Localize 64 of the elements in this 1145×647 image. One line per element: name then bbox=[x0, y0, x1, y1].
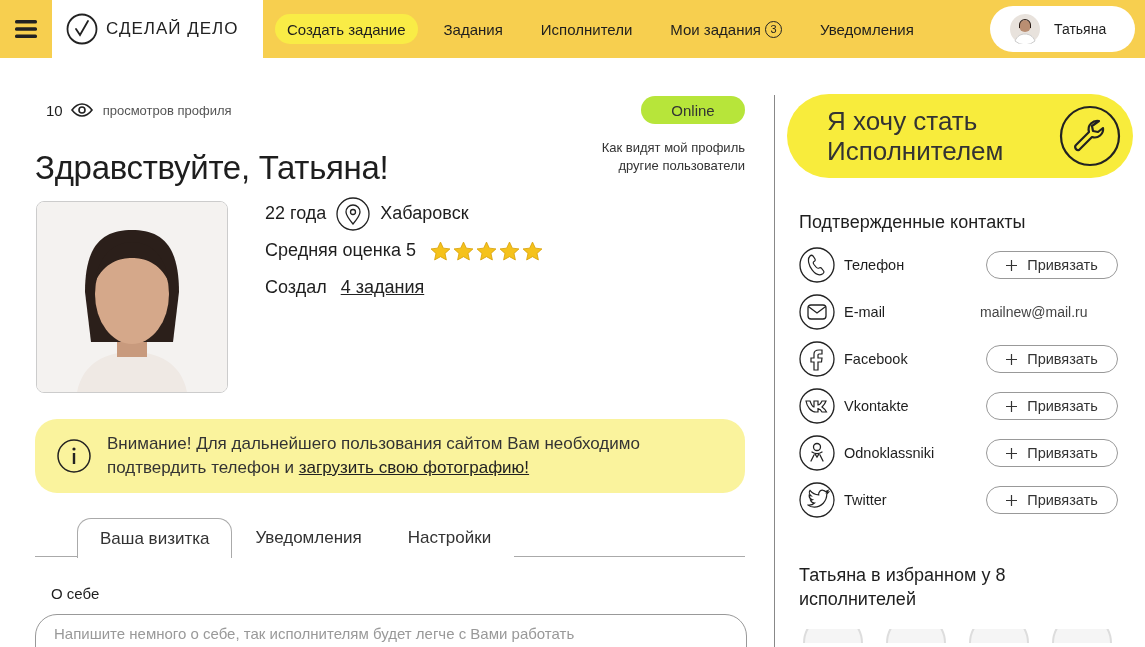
nav-link[interactable]: Мои задания 3 bbox=[658, 14, 794, 44]
tasks-link[interactable]: 4 задания bbox=[340, 277, 425, 298]
user-menu[interactable]: Татьяна bbox=[990, 6, 1135, 52]
become-performer-button[interactable]: Я хочу стать Исполнителем bbox=[787, 94, 1133, 178]
info-icon bbox=[57, 439, 91, 473]
star-icon bbox=[452, 240, 474, 261]
avatar-icon bbox=[1010, 14, 1040, 44]
views-label: просмотров профиля bbox=[102, 102, 232, 118]
nav-link[interactable]: Уведомления bbox=[807, 14, 926, 44]
rating-label: Средняя оценка 5 bbox=[265, 240, 416, 261]
link-account-button[interactable]: Привязать bbox=[986, 439, 1118, 467]
location-pin-icon bbox=[336, 196, 371, 231]
email-address: mailnew@mail.ru bbox=[980, 304, 1088, 320]
eye-icon bbox=[70, 103, 93, 117]
profile-preview-link[interactable]: Как видят мой профиль другие пользователи bbox=[573, 139, 745, 175]
avatar-icon bbox=[969, 629, 1029, 643]
facebook-icon bbox=[799, 341, 835, 377]
contacts-heading: Подтвержденные контакты bbox=[799, 212, 1027, 233]
plus-icon bbox=[1006, 447, 1018, 459]
contact-name: E-mail bbox=[844, 304, 887, 320]
star-icon bbox=[475, 240, 497, 261]
link-account-button[interactable]: Привязать bbox=[986, 392, 1118, 420]
star-icon bbox=[498, 240, 520, 261]
logo[interactable]: СДЕЛАЙ ДЕЛО bbox=[52, 0, 263, 58]
favorites-heading: Татьяна в избранном у 8 исполнителей bbox=[799, 564, 1007, 611]
contact-name: Odnoklassniki bbox=[844, 445, 936, 461]
plus-icon bbox=[1006, 259, 1018, 271]
wrench-icon bbox=[1059, 105, 1121, 167]
tab[interactable]: Ваша визитка bbox=[77, 518, 233, 558]
contact-name: Vkontakte bbox=[844, 398, 910, 414]
city-text: Хабаровск bbox=[380, 203, 469, 224]
plus-icon bbox=[1006, 494, 1018, 506]
contact-name: Facebook bbox=[844, 351, 909, 367]
contact-name: Twitter bbox=[844, 492, 888, 508]
plus-icon bbox=[1006, 353, 1018, 365]
menu-icon[interactable] bbox=[15, 20, 37, 38]
about-label: О себе bbox=[51, 585, 101, 602]
odnoklassniki-icon bbox=[799, 435, 835, 471]
link-account-button[interactable]: Привязать bbox=[986, 251, 1118, 279]
nav-link[interactable]: Задания bbox=[431, 14, 515, 44]
greeting-heading: Здравствуйте, Татьяна! bbox=[35, 149, 389, 187]
link-account-button[interactable]: Привязать bbox=[986, 345, 1118, 373]
created-label: Создал bbox=[265, 277, 327, 298]
upload-photo-link[interactable]: загрузить свою фотографию! bbox=[298, 458, 530, 477]
phone-icon bbox=[799, 247, 835, 283]
avatar-icon bbox=[886, 629, 946, 643]
star-icon bbox=[429, 240, 451, 261]
warning-text: Внимание! Для дальнейшего пользования сайтом Вам необходимо подтвердить телефон и загрузить свою фотографию! bbox=[107, 433, 641, 479]
star-icon bbox=[521, 240, 543, 261]
envelope-icon bbox=[799, 294, 835, 330]
avatar-icon bbox=[1052, 629, 1112, 643]
link-account-button[interactable]: Привязать bbox=[986, 486, 1118, 514]
vk-icon bbox=[799, 388, 835, 424]
avatar-icon bbox=[803, 629, 863, 643]
online-status: Online bbox=[641, 96, 745, 124]
view-count: 10 bbox=[46, 101, 63, 119]
checkmark-icon bbox=[66, 13, 98, 45]
user-name: Татьяна bbox=[1054, 21, 1107, 37]
plus-icon bbox=[1006, 400, 1018, 412]
twitter-icon bbox=[799, 482, 835, 518]
about-field[interactable]: Напишите немного о себе, так исполнителям будет легче с Вами работать bbox=[35, 614, 747, 647]
age-text: 22 года bbox=[265, 203, 327, 224]
nav-link[interactable]: Исполнители bbox=[528, 14, 645, 44]
contact-name: Телефон bbox=[844, 257, 906, 273]
